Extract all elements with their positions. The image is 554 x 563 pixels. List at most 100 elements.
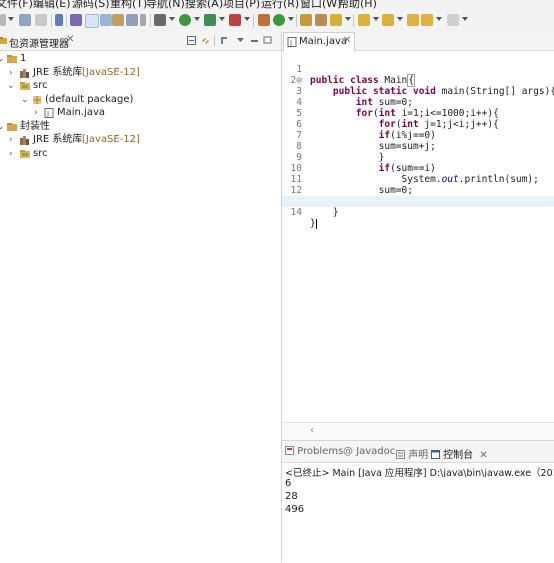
block-selection-icon[interactable] — [100, 14, 112, 26]
forward-icon[interactable] — [447, 14, 459, 26]
menu-window[interactable]: 窗口(W) — [300, 0, 341, 9]
chevron-down-icon[interactable] — [373, 17, 379, 21]
horizontal-scrollbar[interactable]: ‹ — [282, 422, 554, 441]
close-icon[interactable]: ✕ — [479, 450, 487, 461]
chevron-right-icon[interactable]: › — [34, 106, 38, 120]
external-tools-icon[interactable] — [229, 14, 241, 26]
chevron-down-icon[interactable]: ⌄ — [21, 93, 29, 107]
tree-item-label: JRE 系统库 — [33, 67, 83, 78]
chevron-down-icon[interactable]: ⌄ — [7, 79, 15, 93]
tab-declaration[interactable]: 声明 — [396, 446, 428, 461]
prev-annotation-icon[interactable] — [382, 14, 394, 26]
menu-help[interactable]: 帮助(H) — [338, 0, 377, 9]
tree-item-jre-library[interactable]: › JRE 系统库 [JavaSE-12] — [0, 133, 280, 147]
menu-run[interactable]: 运行(R) — [261, 0, 299, 9]
toolbar-separator — [253, 14, 254, 27]
focus-icon[interactable] — [220, 36, 229, 45]
tree-item-main-java[interactable]: › J Main.java — [0, 106, 280, 120]
occurrences-icon[interactable] — [112, 14, 124, 26]
code-line: 2⊖ public static void main(String[] args… — [282, 64, 554, 97]
tree-item-src[interactable]: › src — [0, 147, 280, 161]
code-line: 13 } — [282, 185, 554, 218]
run-icon[interactable] — [179, 14, 191, 26]
tree-item-project-1[interactable]: ⌄ 1 — [0, 52, 280, 66]
minimize-icon[interactable] — [250, 36, 259, 45]
view-menu-icon[interactable] — [236, 36, 245, 45]
new-icon[interactable] — [0, 14, 6, 26]
menu-edit[interactable]: 编辑(E) — [33, 0, 71, 9]
menu-refactor[interactable]: 重构(T) — [110, 0, 147, 9]
coverage-icon[interactable] — [204, 14, 216, 26]
console-output-line: 496 — [285, 504, 305, 515]
chevron-down-icon[interactable] — [345, 17, 351, 21]
new-java-project-icon[interactable] — [258, 14, 270, 26]
at-icon: @ — [343, 446, 353, 457]
menu-source[interactable]: 源码(S) — [72, 0, 110, 9]
chevron-down-icon[interactable] — [244, 17, 250, 21]
code-line: 10 System.out.println(sum); — [282, 152, 554, 185]
tree-item-src[interactable]: ⌄ src — [0, 79, 280, 93]
open-task-icon[interactable] — [315, 14, 327, 26]
scroll-left-icon[interactable]: ‹ — [310, 425, 314, 436]
menu-search[interactable]: 搜索(A) — [185, 0, 223, 9]
text-cursor — [315, 218, 317, 229]
chevron-right-icon[interactable]: › — [9, 147, 13, 161]
chevron-down-icon[interactable]: ⌄ — [0, 52, 5, 66]
chevron-down-icon[interactable]: ⌄ — [0, 120, 5, 134]
tab-console[interactable]: 控制台 ✕ — [431, 446, 488, 461]
svg-text:J: J — [46, 110, 49, 118]
project-icon — [7, 123, 17, 131]
tree-item-jre-library[interactable]: › JRE 系统库 [JavaSE-12] — [0, 66, 280, 80]
menu-navigate[interactable]: 导航(N) — [146, 0, 185, 9]
toolbar-separator — [150, 14, 151, 27]
chevron-down-icon[interactable] — [462, 17, 468, 21]
chevron-down-icon[interactable] — [219, 17, 225, 21]
problems-icon — [285, 446, 294, 455]
tab-javadoc[interactable]: @ Javadoc — [343, 446, 395, 457]
chevron-down-icon[interactable] — [436, 17, 442, 21]
new-class-icon[interactable] — [273, 14, 285, 26]
chevron-down-icon[interactable] — [169, 17, 175, 21]
chevron-right-icon[interactable]: › — [9, 133, 13, 147]
package-explorer-tab[interactable]: 包资源管理器 ✕ — [0, 32, 281, 51]
editor-tab-main-java[interactable]: J Main.java ✕ — [283, 32, 355, 51]
chevron-down-icon[interactable] — [194, 17, 200, 21]
tab-problems[interactable]: Problems — [285, 446, 343, 457]
paragraph-icon[interactable] — [140, 14, 146, 26]
close-icon[interactable]: ✕ — [66, 34, 74, 45]
link-icon[interactable] — [70, 14, 82, 26]
toolbar-separator — [214, 35, 215, 46]
menu-project[interactable]: 项目(P) — [223, 0, 260, 9]
save-all-icon[interactable] — [35, 14, 47, 26]
tree-item-label: 1 — [20, 53, 27, 64]
search-icon[interactable] — [330, 14, 342, 26]
code-line: 5 for(int j=1;j<i;j++){ — [282, 97, 554, 130]
annotation-icon[interactable] — [358, 14, 370, 26]
code-text-area[interactable]: 1 public class Main{ 2⊖ public static vo… — [282, 50, 554, 422]
show-whitespace-icon[interactable] — [126, 14, 138, 26]
chevron-down-icon[interactable] — [8, 17, 14, 21]
chevron-down-icon[interactable] — [288, 17, 294, 21]
debug-icon[interactable] — [154, 14, 166, 26]
tree-item-project-encapsulation[interactable]: ⌄ 封装性 — [0, 120, 280, 134]
chevron-right-icon[interactable]: › — [9, 66, 13, 80]
package-explorer-icon — [0, 37, 7, 44]
close-icon[interactable]: ✕ — [343, 35, 351, 46]
save-icon[interactable] — [19, 14, 31, 26]
tree-item-label: (default package) — [45, 94, 134, 105]
menu-file[interactable]: 文件(F) — [0, 0, 33, 9]
link-with-editor-icon[interactable] — [201, 36, 210, 45]
maximize-icon[interactable] — [263, 36, 272, 45]
chevron-down-icon[interactable] — [397, 17, 403, 21]
collapse-all-icon[interactable] — [187, 36, 196, 45]
last-edit-icon[interactable] — [407, 14, 419, 26]
back-icon[interactable] — [421, 14, 433, 26]
source-folder-icon — [20, 150, 30, 158]
open-type-icon[interactable] — [300, 14, 312, 26]
tree-item-default-package[interactable]: ⌄ (default package) — [0, 93, 280, 107]
toggle-mark-icon[interactable] — [85, 14, 99, 28]
code-line: 4 for(int i=1;i<=1000;i++){ — [282, 86, 554, 119]
pin-icon[interactable] — [55, 14, 63, 26]
tree-item-decoration: [JavaSE-12] — [82, 67, 140, 78]
console-tab-bar: Problems @ Javadoc 声明 控制台 ✕ — [282, 441, 554, 463]
